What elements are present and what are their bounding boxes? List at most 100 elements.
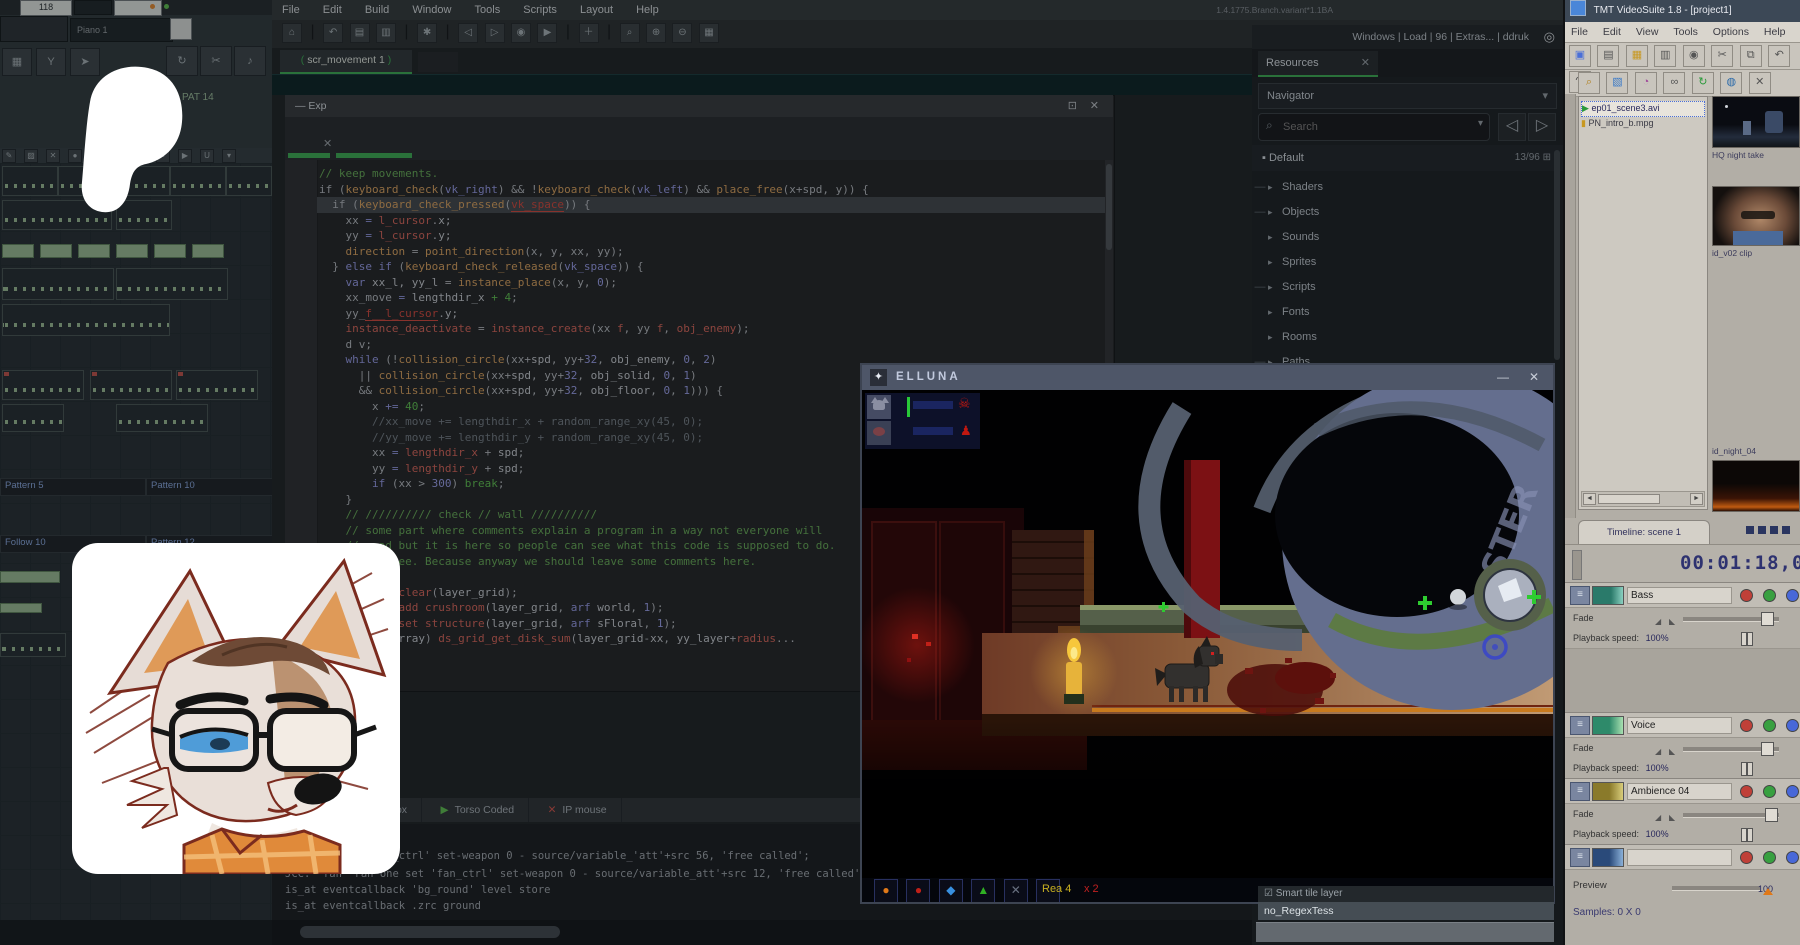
- timeline-tool-dot[interactable]: [1782, 526, 1790, 534]
- play-icon[interactable]: ▷: [485, 23, 505, 43]
- game-viewport[interactable]: STER: [862, 390, 1553, 902]
- record-icon[interactable]: ◉: [511, 23, 531, 43]
- fl-clip[interactable]: [2, 404, 64, 432]
- fl-clip[interactable]: [78, 244, 110, 258]
- zoom-out-icon[interactable]: ⊖: [672, 23, 692, 43]
- fl-clip[interactable]: [0, 633, 66, 657]
- tree-item[interactable]: —▸Shaders: [1252, 175, 1563, 200]
- game-titlebar[interactable]: ✦ ELLUNA — ✕: [862, 365, 1553, 390]
- tab-ghost[interactable]: [418, 52, 458, 72]
- media-file-selected[interactable]: ▶ ep01_scene3.avi: [1581, 101, 1705, 117]
- mute-button[interactable]: [1740, 851, 1753, 864]
- tree-item[interactable]: ▸Sprites: [1252, 250, 1563, 275]
- copy-icon[interactable]: ▥: [376, 23, 396, 43]
- vmenu-view[interactable]: View: [1630, 22, 1665, 42]
- fl-mic-icon[interactable]: ♪: [234, 46, 266, 76]
- fade-slider-handle[interactable]: [1761, 612, 1774, 626]
- video-thumbnail-1[interactable]: [1712, 96, 1800, 148]
- track-name[interactable]: [1627, 849, 1732, 866]
- settings-icon[interactable]: ✱: [417, 23, 437, 43]
- vmenu-edit[interactable]: Edit: [1597, 22, 1627, 42]
- search-input[interactable]: [1281, 117, 1455, 137]
- solo-button[interactable]: [1763, 785, 1776, 798]
- scroll-left-icon[interactable]: ◄: [1583, 493, 1596, 505]
- preview-slider[interactable]: [1672, 886, 1760, 891]
- fl-clip[interactable]: [116, 404, 208, 432]
- fl-clip[interactable]: [40, 244, 72, 258]
- minimize-icon[interactable]: —: [1497, 365, 1509, 390]
- spell-slot-fire[interactable]: ●: [874, 879, 898, 902]
- fl-clip[interactable]: [154, 244, 186, 258]
- fade-slider-handle[interactable]: [1765, 808, 1778, 822]
- globe-icon[interactable]: ◍: [1720, 72, 1742, 94]
- code-scrollbar-thumb[interactable]: [1106, 164, 1112, 250]
- fl-cut-icon[interactable]: ✂: [200, 46, 232, 76]
- fl-clip[interactable]: [116, 268, 228, 300]
- tree-item[interactable]: ▸Sounds: [1252, 225, 1563, 250]
- menu-build[interactable]: Build: [355, 0, 399, 20]
- tree-root-row[interactable]: ▪ Default 13/96 ⊞: [1252, 145, 1563, 171]
- fl-transport-panel[interactable]: [0, 16, 68, 42]
- media-file[interactable]: ▮ PN_intro_b.mpg: [1581, 117, 1703, 131]
- mute-button[interactable]: [1740, 589, 1753, 602]
- fl-track-label[interactable]: Pattern 5: [0, 478, 146, 496]
- scroll-right-icon[interactable]: ►: [1690, 493, 1703, 505]
- cut-icon[interactable]: ✂: [1711, 45, 1733, 67]
- drag-handle-icon[interactable]: ≡: [1570, 586, 1590, 605]
- save-icon[interactable]: ▤: [350, 23, 370, 43]
- menu-tools[interactable]: Tools: [465, 0, 511, 20]
- nav-forward-button[interactable]: ▷: [1528, 113, 1556, 141]
- track-name[interactable]: Voice: [1627, 717, 1732, 734]
- fl-typing-keyboard-icon[interactable]: ▦: [2, 48, 32, 76]
- maximize-icon[interactable]: ⊡: [1062, 95, 1083, 117]
- tree-item[interactable]: ▸Fonts: [1252, 300, 1563, 325]
- vmenu-options[interactable]: Options: [1707, 22, 1755, 42]
- autocomplete-item[interactable]: ☑ Smart tile layer: [1258, 886, 1554, 902]
- video-thumbnail-3[interactable]: [1712, 460, 1800, 512]
- tab-timeline[interactable]: Timeline: scene 1: [1578, 520, 1710, 545]
- fx-button[interactable]: [1786, 719, 1799, 732]
- fl-clip[interactable]: [0, 603, 42, 613]
- menu-window[interactable]: Window: [402, 0, 461, 20]
- script-window-titlebar[interactable]: — Exp ⊡ ✕: [285, 95, 1113, 117]
- speed-marker[interactable]: [1747, 762, 1753, 776]
- fl-clip[interactable]: [226, 166, 272, 196]
- nav-back-button[interactable]: ◁: [1498, 113, 1526, 141]
- autocomplete-item-selected[interactable]: no_RegexTess: [1258, 902, 1554, 920]
- tab-script[interactable]: ( scr_movement 1 ): [280, 50, 412, 74]
- status-tab-3[interactable]: ✕IP mouse: [534, 798, 622, 822]
- link-icon[interactable]: ∞: [1663, 72, 1685, 94]
- delete-icon[interactable]: ✕: [1749, 72, 1771, 94]
- fl-clip[interactable]: [116, 244, 148, 258]
- horizontal-scrollbar-thumb[interactable]: [300, 926, 560, 938]
- search-icon[interactable]: ⌕: [1578, 72, 1600, 94]
- snapshot-icon[interactable]: ◉: [1683, 45, 1705, 67]
- close-tab-icon[interactable]: ✕: [323, 137, 332, 150]
- spell-slot-cancel[interactable]: ✕: [1004, 879, 1028, 902]
- fl-clip[interactable]: [2, 244, 34, 258]
- fl-clip[interactable]: [2, 304, 170, 336]
- refresh-icon[interactable]: ↻: [1692, 72, 1714, 94]
- menu-layout[interactable]: Layout: [570, 0, 623, 20]
- track-lane-empty[interactable]: [1565, 648, 1800, 713]
- search-icon[interactable]: ⌕: [620, 23, 640, 43]
- open-folder-icon[interactable]: ▦: [1626, 45, 1648, 67]
- tree-item[interactable]: ▸Rooms: [1252, 325, 1563, 350]
- timeline-tool-dot[interactable]: [1746, 526, 1754, 534]
- undo-icon[interactable]: ↶: [1768, 45, 1790, 67]
- speed-marker[interactable]: [1747, 828, 1753, 842]
- fx-button[interactable]: [1786, 851, 1799, 864]
- undo-icon[interactable]: ↶: [323, 23, 343, 43]
- menu-file[interactable]: File: [272, 0, 310, 20]
- fl-playlist-grid[interactable]: [0, 163, 272, 563]
- speed-marker[interactable]: [1747, 632, 1753, 646]
- fx-button[interactable]: [1786, 785, 1799, 798]
- vmenu-file[interactable]: File: [1565, 22, 1594, 42]
- mute-button[interactable]: [1740, 719, 1753, 732]
- menu-help[interactable]: Help: [626, 0, 669, 20]
- fx-button[interactable]: [1786, 589, 1799, 602]
- fl-clip[interactable]: [2, 268, 114, 300]
- fl-clip[interactable]: [0, 571, 60, 583]
- video-editor-titlebar[interactable]: TMT VideoSuite 1.8 - [project1]: [1565, 0, 1800, 22]
- vmenu-tools[interactable]: Tools: [1667, 22, 1704, 42]
